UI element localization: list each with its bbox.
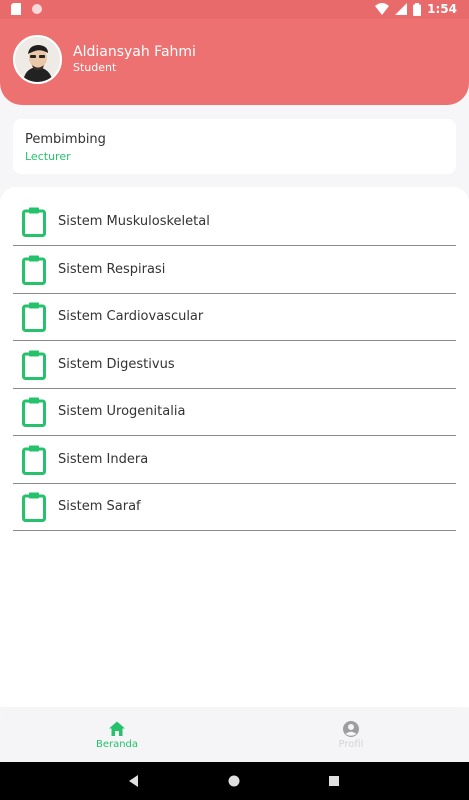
menu-item-digestivus[interactable]: Sistem Digestivus: [13, 341, 456, 389]
battery-icon: [413, 2, 422, 16]
menu-item-muskuloskeletal[interactable]: Sistem Muskuloskeletal: [13, 198, 456, 246]
advisor-role: Lecturer: [25, 150, 71, 163]
notification-dot-icon: [32, 4, 42, 14]
menu-item-label: Sistem Digestivus: [58, 357, 175, 372]
menu-item-label: Sistem Saraf: [58, 499, 141, 514]
profile-header: Aldiansyah Fahmi Student: [0, 19, 469, 105]
tab-beranda-label: Beranda: [95, 739, 139, 750]
menu-item-label: Sistem Muskuloskeletal: [58, 214, 210, 229]
advisor-card[interactable]: Pembimbing Lecturer: [13, 119, 456, 174]
menu-item-label: Sistem Respirasi: [58, 262, 166, 277]
menu-item-cardiovascular[interactable]: Sistem Cardiovascular: [13, 293, 456, 341]
home-icon: [109, 721, 125, 736]
menu-item-saraf[interactable]: Sistem Saraf: [13, 483, 456, 531]
system-navigation-bar: [0, 762, 469, 800]
menu-item-respirasi[interactable]: Sistem Respirasi: [13, 246, 456, 294]
user-name: Aldiansyah Fahmi: [73, 44, 196, 60]
recents-icon[interactable]: [325, 772, 343, 790]
back-icon[interactable]: [125, 772, 143, 790]
home-button-icon[interactable]: [225, 772, 243, 790]
wifi-icon: [375, 3, 390, 15]
menu-item-indera[interactable]: Sistem Indera: [13, 436, 456, 484]
menu-list: Sistem Muskuloskeletal Sistem Respirasi …: [0, 187, 469, 707]
user-role: Student: [73, 61, 117, 74]
sd-card-icon: [11, 3, 21, 15]
tab-beranda[interactable]: Beranda: [67, 708, 167, 762]
menu-item-label: Sistem Urogenitalia: [58, 404, 186, 419]
clipboard-icon: [22, 207, 46, 237]
status-time: 1:54: [427, 2, 457, 16]
tab-profil[interactable]: Profil: [301, 708, 401, 762]
user-circle-icon: [343, 721, 359, 737]
clipboard-icon: [22, 350, 46, 380]
advisor-label: Pembimbing: [25, 132, 106, 147]
signal-icon: [395, 3, 408, 15]
clipboard-icon: [22, 492, 46, 522]
menu-item-urogenitalia[interactable]: Sistem Urogenitalia: [13, 388, 456, 436]
clipboard-icon: [22, 397, 46, 427]
tab-profil-label: Profil: [338, 739, 364, 750]
clipboard-icon: [22, 255, 46, 285]
avatar[interactable]: [13, 35, 62, 84]
clipboard-icon: [22, 445, 46, 475]
bottom-navigation: Beranda Profil: [0, 708, 469, 762]
menu-item-label: Sistem Indera: [58, 452, 149, 467]
clipboard-icon: [22, 302, 46, 332]
status-bar: 1:54: [0, 0, 469, 19]
menu-item-label: Sistem Cardiovascular: [58, 309, 204, 324]
user-photo-icon: [15, 37, 60, 82]
